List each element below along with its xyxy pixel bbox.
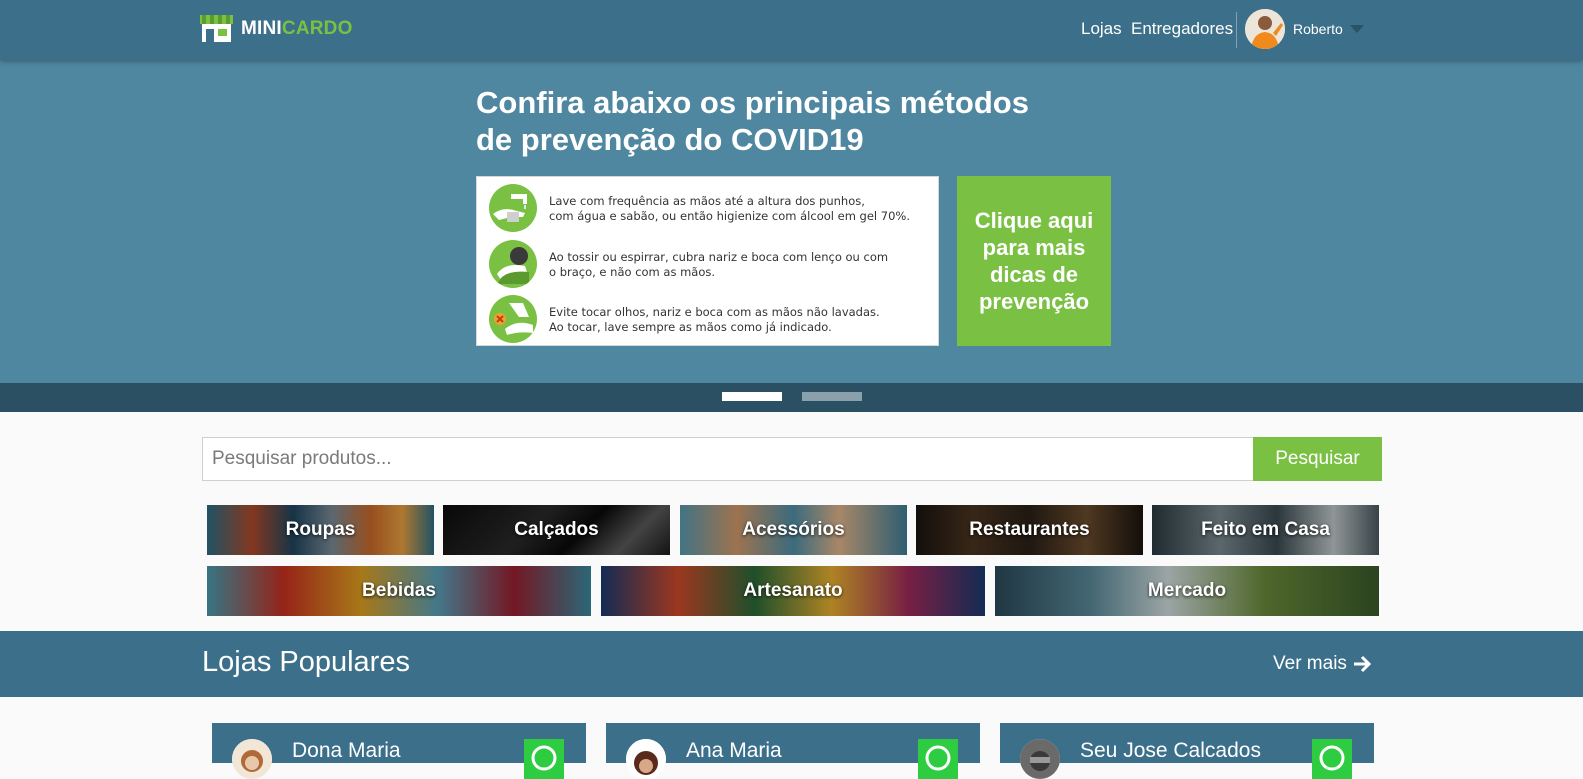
category-label: Restaurantes [969,519,1090,540]
no-face-touch-icon [489,295,537,343]
nav-link-entregadores[interactable]: Entregadores [1131,19,1233,39]
whatsapp-button[interactable] [1312,739,1352,779]
category-calcados[interactable]: Calçados [443,505,670,555]
tip-line: Ao tossir ou espirrar, cubra nariz e boc… [549,250,889,264]
hero-title-line-2: de prevenção do COVID19 [476,122,864,157]
see-more-link[interactable]: Ver mais [1273,653,1372,675]
whatsapp-button[interactable] [524,739,564,779]
user-name[interactable]: Roberto [1293,21,1343,37]
hero-title-line-1: Confira abaixo os principais métodos [476,85,1029,120]
tip-item: Evite tocar olhos, nariz e boca com as m… [489,295,929,345]
more-tips-button[interactable]: Clique aqui para mais dicas de prevenção [957,176,1111,346]
more-tips-label: Clique aqui para mais dicas de prevenção [974,208,1094,314]
tip-line: Evite tocar olhos, nariz e boca com as m… [549,305,880,319]
store-card[interactable]: Ana Maria [606,723,980,779]
whatsapp-icon [1319,745,1345,771]
category-label: Artesanato [743,580,843,601]
category-label: Acessórios [742,519,845,540]
top-navbar: MINICARDO Lojas Entregadores Roberto [0,0,1583,60]
category-bebidas[interactable]: Bebidas [207,566,591,616]
tip-line: o braço, e não com as mãos. [549,265,716,279]
nav-divider [1236,12,1237,48]
category-roupas[interactable]: Roupas [207,505,434,555]
category-label: Feito em Casa [1201,519,1330,540]
tip-item: Ao tossir ou espirrar, cubra nariz e boc… [489,240,929,290]
carousel-indicators [0,383,1583,412]
hero-title: Confira abaixo os principais métodos de … [476,84,1056,158]
category-feito-em-casa[interactable]: Feito em Casa [1152,505,1379,555]
user-avatar[interactable] [1245,9,1285,49]
whatsapp-icon [925,745,951,771]
tip-line: Lave com frequência as mãos até a altura… [549,194,865,208]
tip-text: Ao tossir ou espirrar, cubra nariz e boc… [549,250,888,280]
see-more-label: Ver mais [1273,653,1347,674]
tip-line: Ao tocar, lave sempre as mãos como já in… [549,320,832,334]
whatsapp-button[interactable] [918,739,958,779]
category-restaurantes[interactable]: Restaurantes [916,505,1143,555]
search-input[interactable] [202,437,1254,481]
category-label: Calçados [514,519,599,540]
tip-line: com água e sabão, ou então higienize com… [549,209,910,223]
category-label: Mercado [1147,580,1227,601]
section-title: Lojas Populares [202,646,410,678]
store-avatar [232,739,272,779]
nav-link-lojas[interactable]: Lojas [1081,19,1122,39]
arrow-right-icon [1353,655,1372,673]
hand-wash-icon [489,184,537,232]
category-mercado[interactable]: Mercado [995,566,1379,616]
category-label: Bebidas [362,580,436,601]
store-card[interactable]: Dona Maria [212,723,586,779]
category-acessorios[interactable]: Acessórios [680,505,907,555]
store-card[interactable]: Seu Jose Calcados [1000,723,1374,779]
store-name: Seu Jose Calcados [1080,739,1261,762]
tip-item: Lave com frequência as mãos até a altura… [489,184,929,234]
search-button[interactable]: Pesquisar [1253,437,1382,481]
carousel-indicator-1[interactable] [722,392,782,401]
carousel-indicator-2[interactable] [802,392,862,401]
store-avatar [1020,739,1060,779]
category-label: Roupas [285,519,356,540]
whatsapp-icon [531,745,557,771]
cough-elbow-icon [489,240,537,288]
category-artesanato[interactable]: Artesanato [601,566,985,616]
hero-banner: Confira abaixo os principais métodos de … [0,60,1583,383]
prevention-tips-card: Lave com frequência as mãos até a altura… [476,176,939,346]
tip-text: Lave com frequência as mãos até a altura… [549,194,910,224]
chevron-down-icon[interactable] [1350,25,1364,33]
popular-stores-header: Lojas Populares Ver mais [0,631,1583,697]
brand-name: MINICARDO [241,18,353,39]
store-avatar [626,739,666,779]
tip-text: Evite tocar olhos, nariz e boca com as m… [549,305,880,335]
brand-logo[interactable]: MINICARDO [200,14,353,44]
store-name: Dona Maria [292,739,401,762]
storefront-icon [200,15,233,43]
store-name: Ana Maria [686,739,782,762]
